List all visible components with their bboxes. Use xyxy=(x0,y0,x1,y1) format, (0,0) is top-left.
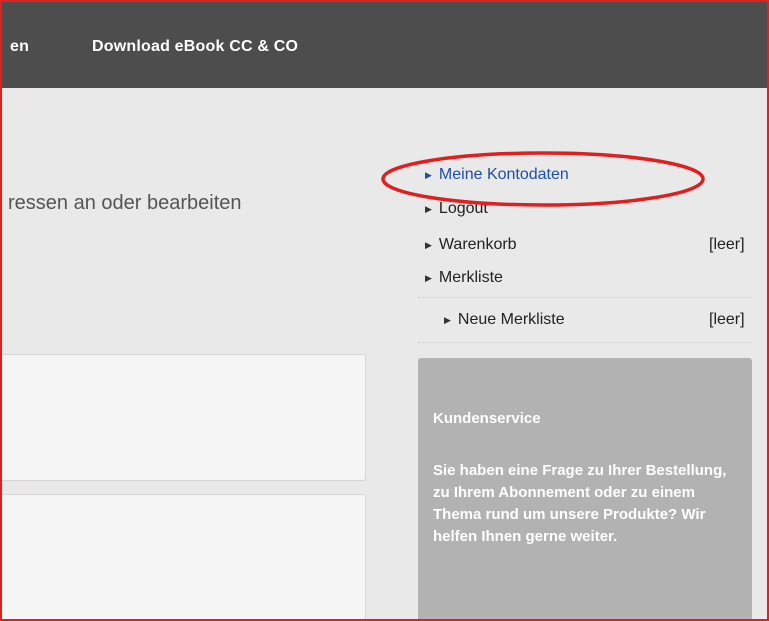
highlight-ellipse xyxy=(381,151,705,207)
sidebar-item-new-wishlist[interactable]: ▶ Neue Merkliste xyxy=(444,311,565,329)
service-title: Kundenservice xyxy=(433,410,541,427)
divider xyxy=(418,297,752,298)
triangle-right-icon: ▶ xyxy=(425,272,432,283)
service-text: Sie haben eine Frage zu Ihrer Bestellung… xyxy=(433,462,727,545)
address-panel xyxy=(2,354,366,481)
sidebar-item-cart[interactable]: ▶ Warenkorb xyxy=(425,236,517,254)
cart-count: [leer] xyxy=(709,236,745,253)
divider xyxy=(418,342,752,343)
sidebar-item-wishlist[interactable]: ▶ Merkliste xyxy=(425,269,503,287)
sidebar-item-label: Warenkorb xyxy=(438,236,517,253)
sidebar-item-label: Merkliste xyxy=(438,269,503,286)
new-wishlist-count: [leer] xyxy=(709,311,745,328)
nav-item-partial[interactable]: en xyxy=(10,38,29,56)
sidebar-item-label: Neue Merkliste xyxy=(457,311,565,328)
page-frame: en Download eBook CC & CO ressen an oder… xyxy=(0,0,769,621)
address-panel-secondary xyxy=(2,494,366,619)
page-heading: ressen an oder bearbeiten xyxy=(8,192,242,214)
customer-service-box: Kundenservice Sie haben eine Frage zu Ih… xyxy=(418,358,752,619)
nav-item-download-ebook[interactable]: Download eBook CC & CO xyxy=(92,38,298,56)
top-navigation-bar: en Download eBook CC & CO xyxy=(2,2,767,88)
triangle-right-icon: ▶ xyxy=(425,239,432,250)
triangle-right-icon: ▶ xyxy=(444,314,451,325)
